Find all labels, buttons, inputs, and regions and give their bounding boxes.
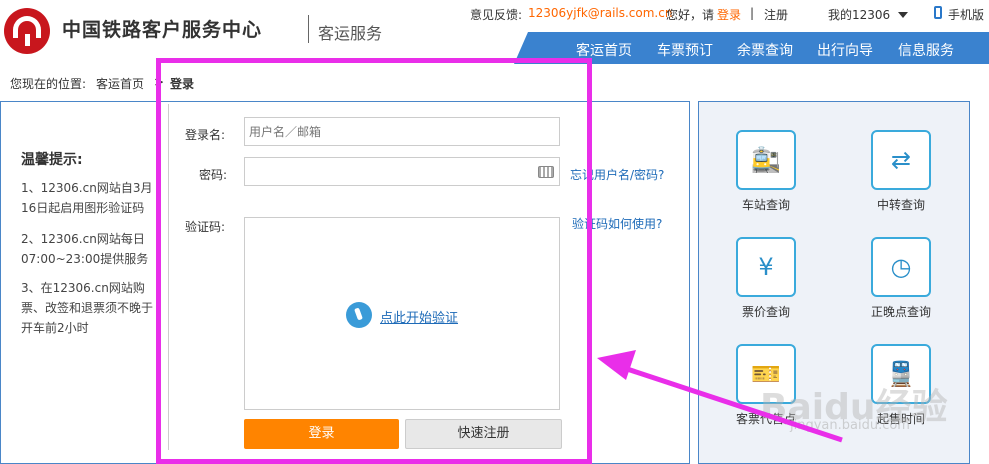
- site-title[interactable]: 中国铁路客户服务中心: [62, 15, 262, 42]
- main-nav: 客运首页 车票预订 余票查询 出行向导 信息服务: [514, 32, 989, 64]
- feedback-label: 意见反馈:: [470, 8, 523, 22]
- my-account-link[interactable]: 我的12306: [828, 6, 890, 23]
- service-punctuality-query[interactable]: 正晚点查询: [871, 303, 931, 320]
- breadcrumb-home-link[interactable]: 客运首页: [96, 75, 144, 92]
- service-transfer-query[interactable]: 中转查询: [877, 196, 925, 213]
- feedback-email-link[interactable]: 12306yjfk@rails.com.cn: [528, 6, 672, 20]
- transfer-icon[interactable]: ⇄: [871, 130, 931, 190]
- station-icon[interactable]: 🚉: [736, 130, 796, 190]
- page: 中国铁路客户服务中心 客运服务 意见反馈: 12306yjfk@rails.co…: [0, 0, 989, 464]
- register-link[interactable]: 注册: [764, 6, 788, 23]
- username-label: 登录名:: [185, 128, 226, 142]
- fare-glyph: ¥: [758, 253, 774, 281]
- breadcrumb-current: 登录: [170, 77, 195, 91]
- nav-item-info[interactable]: 信息服务: [898, 40, 954, 60]
- keyboard-icon[interactable]: [538, 166, 554, 178]
- tips-title: 温馨提示:: [21, 152, 83, 168]
- nav-item-home[interactable]: 客运首页: [576, 40, 632, 60]
- site-subtitle: 客运服务: [318, 24, 383, 43]
- password-input[interactable]: [244, 157, 560, 186]
- breadcrumb-separator: >: [154, 75, 165, 89]
- top-bar-divider: |: [750, 6, 755, 20]
- captcha-help-link[interactable]: 验证码如何使用?: [572, 215, 662, 232]
- captcha-label: 验证码:: [185, 220, 226, 234]
- login-link[interactable]: 登录: [717, 6, 741, 23]
- clock-icon[interactable]: ◷: [871, 237, 931, 297]
- nav-item-booking[interactable]: 车票预订: [657, 40, 713, 60]
- username-input[interactable]: [244, 117, 560, 146]
- nav-item-guide[interactable]: 出行向导: [817, 40, 873, 60]
- fare-icon[interactable]: ¥: [736, 237, 796, 297]
- logo-rail: [25, 34, 30, 46]
- breadcrumb-prefix: 您现在的位置:: [10, 77, 87, 91]
- service-fare-query[interactable]: 票价查询: [742, 303, 790, 320]
- greeting-text: 您好，请: [666, 8, 715, 22]
- quick-register-button[interactable]: 快速注册: [405, 419, 562, 449]
- login-panel-divider: [168, 104, 169, 450]
- station-glyph: 🚉: [751, 146, 781, 174]
- cursor-click-icon[interactable]: [346, 302, 372, 328]
- tip-item: 3、在12306.cn网站购票、改签和退票须不晚于开车前2小时: [21, 281, 154, 335]
- password-label: 密码:: [199, 168, 228, 182]
- nav-item-remaining[interactable]: 余票查询: [737, 40, 793, 60]
- tip-item: 2、12306.cn网站每日07:00~23:00提供服务: [21, 232, 149, 266]
- forgot-password-link[interactable]: 忘记用户名/密码?: [570, 166, 664, 183]
- railway-logo-icon[interactable]: [4, 8, 50, 54]
- site-header: 中国铁路客户服务中心 客运服务 意见反馈: 12306yjfk@rails.co…: [0, 0, 989, 64]
- tip-item: 1、12306.cn网站自3月16日起启用图形验证码: [21, 181, 153, 215]
- login-button[interactable]: 登录: [244, 419, 399, 449]
- clock-glyph: ◷: [890, 253, 912, 281]
- title-divider: [308, 15, 309, 43]
- tips-panel: 温馨提示: 1、12306.cn网站自3月16日起启用图形验证码 2、12306…: [0, 101, 162, 464]
- service-station-query[interactable]: 车站查询: [742, 196, 790, 213]
- captcha-start-link[interactable]: 点此开始验证: [380, 307, 458, 326]
- transfer-glyph: ⇄: [890, 146, 912, 174]
- watermark-url: jingyan.baidu.com: [790, 418, 910, 433]
- mobile-version-link[interactable]: 手机版: [948, 6, 984, 23]
